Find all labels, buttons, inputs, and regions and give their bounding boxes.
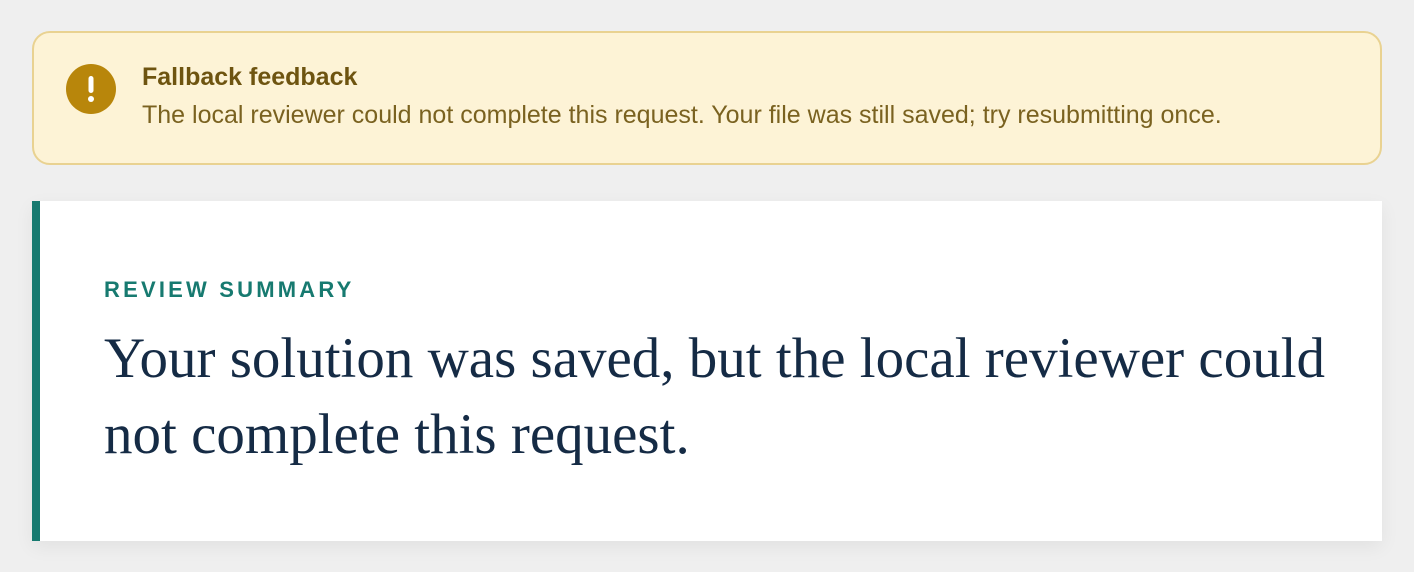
review-summary-text: Your solution was saved, but the local r… [104,327,1326,466]
review-summary-card: REVIEW SUMMARY Your solution was saved, … [32,201,1382,541]
fallback-feedback-alert: Fallback feedback The local reviewer cou… [32,31,1382,165]
alert-title: Fallback feedback [142,63,358,91]
review-summary-label: REVIEW SUMMARY [104,277,355,302]
alert-message: The local reviewer could not complete th… [142,101,1222,129]
exclamation-icon [66,64,116,114]
